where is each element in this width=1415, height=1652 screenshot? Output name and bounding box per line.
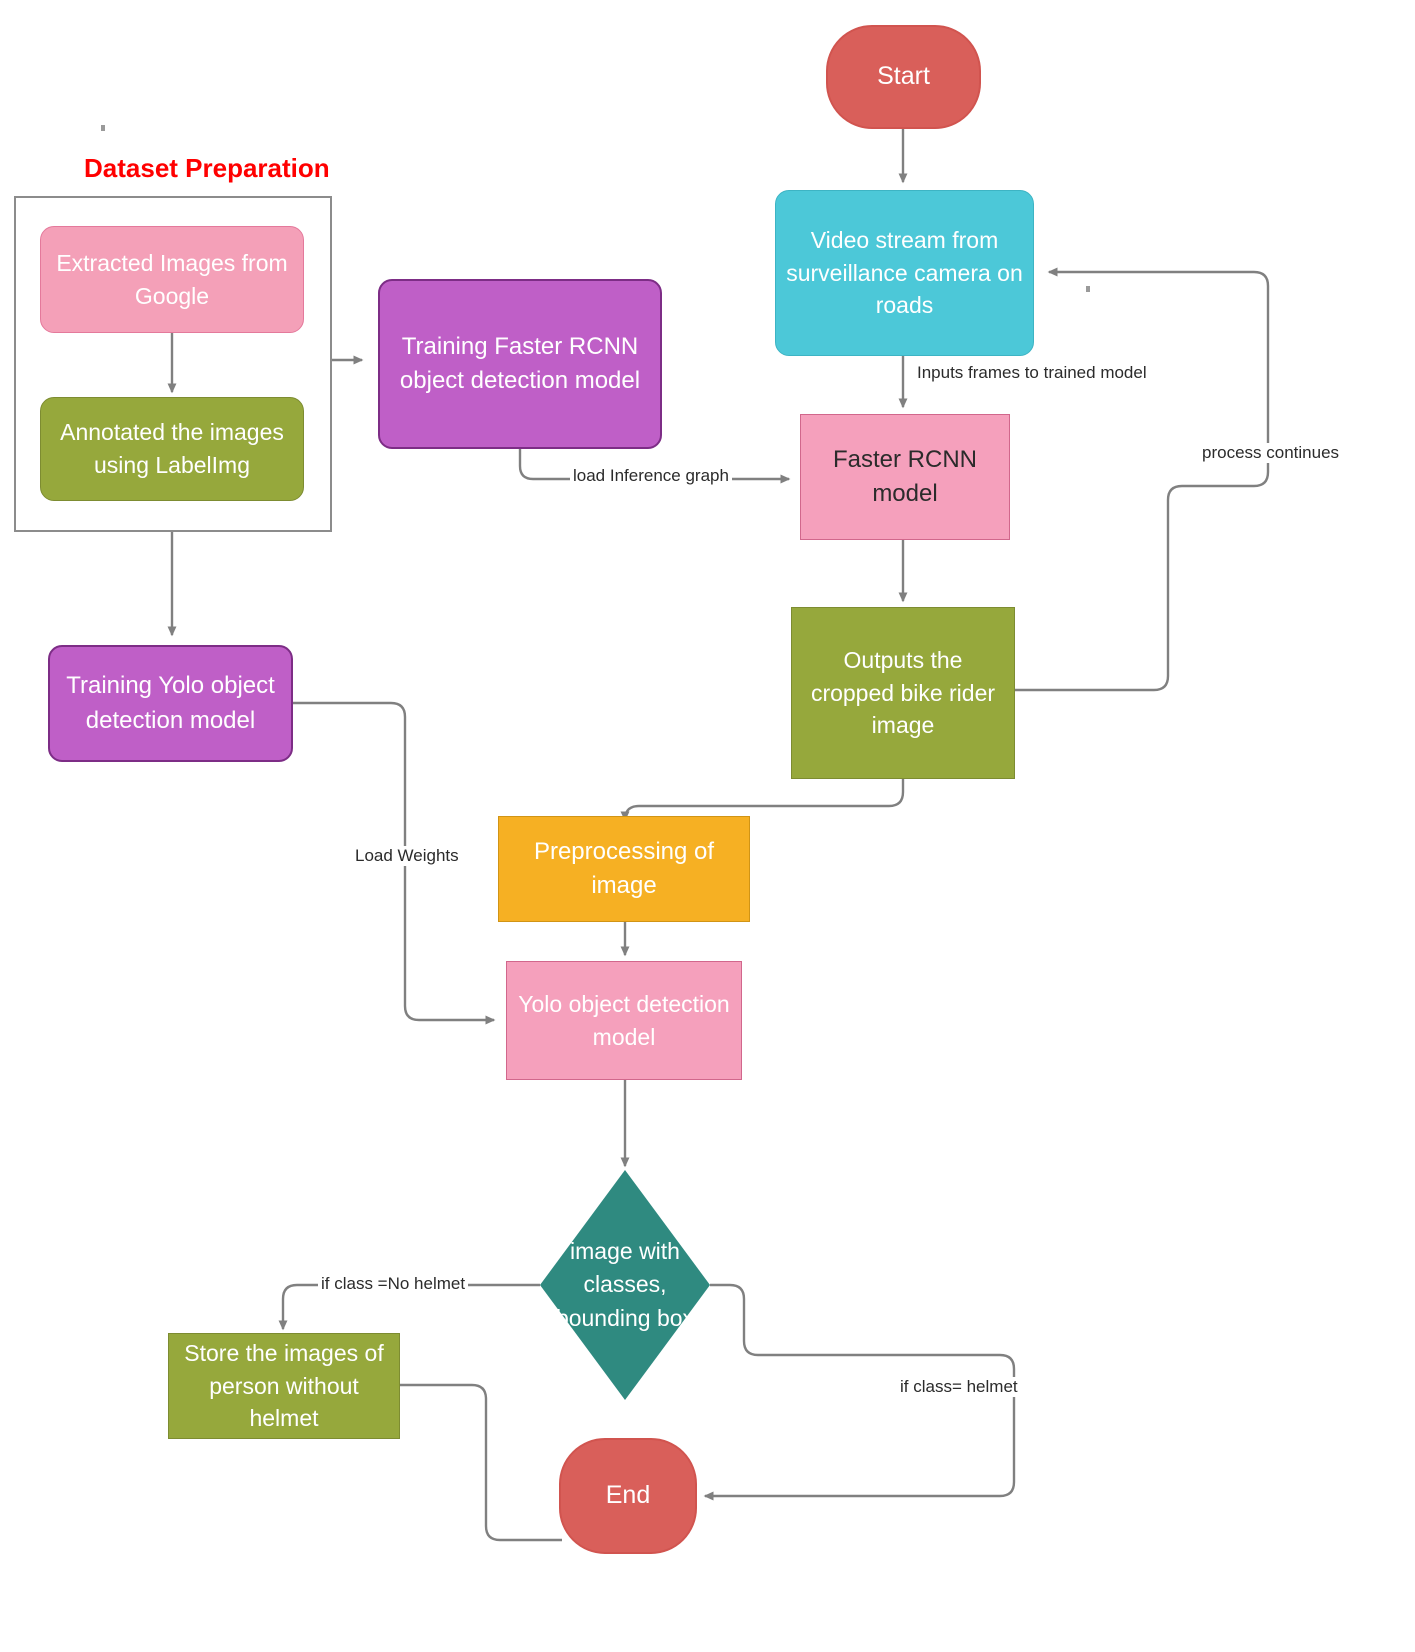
- node-training-faster-rcnn[interactable]: Training Faster RCNN object detection mo…: [378, 279, 662, 449]
- node-end[interactable]: End: [559, 1438, 697, 1554]
- stray-dot-artifact-top-left: [101, 125, 105, 131]
- edge-process-continues: [1015, 267, 1270, 692]
- node-yolo-model-label: Yolo object detection model: [518, 990, 730, 1050]
- node-store-images-label: Store the images of person without helme…: [184, 1340, 384, 1432]
- node-annotated-images[interactable]: Annotated the images using LabelImg: [40, 397, 304, 501]
- node-faster-rcnn-model-label: Faster RCNN model: [832, 445, 977, 507]
- node-training-yolo-label: Training Yolo object detection model: [66, 672, 275, 734]
- node-training-yolo[interactable]: Training Yolo object detection model: [48, 645, 293, 762]
- node-store-images[interactable]: Store the images of person without helme…: [168, 1333, 400, 1439]
- node-preprocessing-label: Preprocessing of image: [533, 837, 715, 899]
- node-yolo-model[interactable]: Yolo object detection model: [506, 961, 742, 1080]
- node-extracted-images[interactable]: Extracted Images from Google: [40, 226, 304, 333]
- node-end-label: End: [605, 1481, 651, 1510]
- node-training-faster-rcnn-label: Training Faster RCNN object detection mo…: [399, 332, 641, 394]
- node-start-label: Start: [877, 62, 930, 91]
- node-extracted-images-label: Extracted Images from Google: [56, 249, 288, 309]
- node-faster-rcnn-model[interactable]: Faster RCNN model: [800, 414, 1010, 540]
- edge-label-inputs-frames: Inputs frames to trained model: [914, 363, 1150, 383]
- node-preprocessing[interactable]: Preprocessing of image: [498, 816, 750, 922]
- node-decision[interactable]: [540, 1170, 710, 1400]
- stray-dot-artifact-right: [1086, 286, 1090, 292]
- edge-label-load-inference-graph: load Inference graph: [570, 466, 732, 486]
- edge-label-load-weights: Load Weights: [352, 846, 462, 866]
- edge-store-to-end: [400, 1383, 562, 1542]
- node-start[interactable]: Start: [826, 25, 981, 129]
- flowchart-canvas: Dataset Preparation Start Video stream f…: [0, 0, 1415, 1652]
- edge-label-if-helmet: if class= helmet: [897, 1377, 1021, 1397]
- group-title-dataset-preparation: Dataset Preparation: [84, 153, 330, 183]
- node-video-stream[interactable]: Video stream from surveillance camera on…: [775, 190, 1034, 356]
- node-outputs-cropped[interactable]: Outputs the cropped bike rider image: [791, 607, 1015, 779]
- edge-label-if-no-helmet: if class =No helmet: [318, 1274, 469, 1294]
- node-video-stream-label: Video stream from surveillance camera on…: [786, 227, 1023, 319]
- node-outputs-cropped-label: Outputs the cropped bike rider image: [810, 647, 996, 739]
- edge-label-process-continues: process continues: [1199, 443, 1343, 463]
- decision-diamond-shape: [540, 1170, 710, 1400]
- node-annotated-images-label: Annotated the images using LabelImg: [60, 419, 284, 478]
- edge-outputs-to-preprocessing: [620, 779, 905, 822]
